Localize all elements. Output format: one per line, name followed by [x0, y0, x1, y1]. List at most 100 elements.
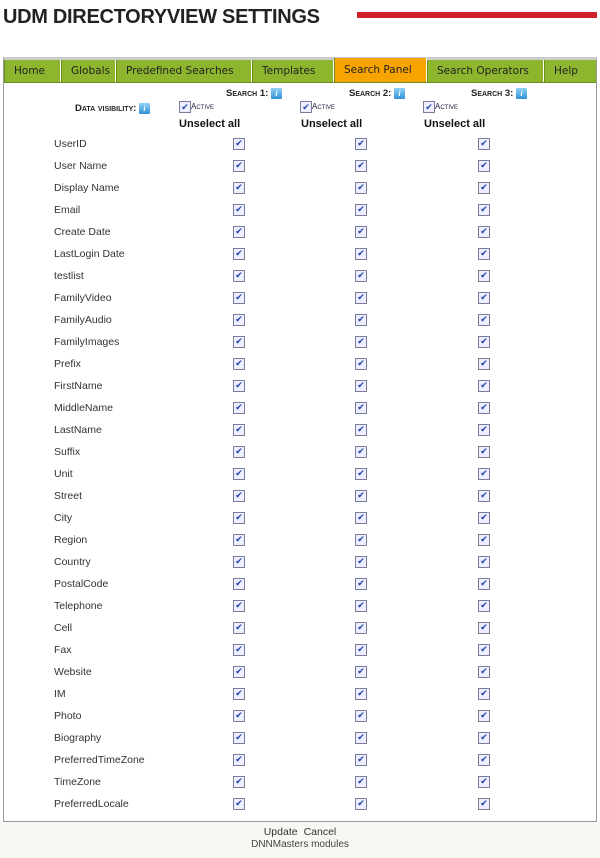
- search-1-checkbox[interactable]: ✔: [233, 578, 245, 590]
- unselect-all-search-1[interactable]: Unselect all: [179, 118, 240, 130]
- search-3-checkbox[interactable]: ✔: [478, 534, 490, 546]
- search-1-checkbox[interactable]: ✔: [233, 754, 245, 766]
- search-2-checkbox[interactable]: ✔: [355, 468, 367, 480]
- search-1-checkbox[interactable]: ✔: [233, 666, 245, 678]
- search-1-checkbox[interactable]: ✔: [233, 622, 245, 634]
- search-2-checkbox[interactable]: ✔: [355, 424, 367, 436]
- search-2-checkbox[interactable]: ✔: [355, 578, 367, 590]
- search-1-checkbox[interactable]: ✔: [233, 248, 245, 260]
- tab-globals[interactable]: Globals: [61, 60, 116, 82]
- search-3-checkbox[interactable]: ✔: [478, 512, 490, 524]
- search-3-checkbox[interactable]: ✔: [478, 468, 490, 480]
- search-1-checkbox[interactable]: ✔: [233, 204, 245, 216]
- search-2-checkbox[interactable]: ✔: [355, 358, 367, 370]
- search-2-checkbox[interactable]: ✔: [355, 644, 367, 656]
- search-1-checkbox[interactable]: ✔: [233, 314, 245, 326]
- checkbox[interactable]: ✔: [423, 101, 435, 113]
- search-2-checkbox[interactable]: ✔: [355, 512, 367, 524]
- search-2-checkbox[interactable]: ✔: [355, 182, 367, 194]
- search-1-checkbox[interactable]: ✔: [233, 424, 245, 436]
- search-1-checkbox[interactable]: ✔: [233, 534, 245, 546]
- checkbox[interactable]: ✔: [300, 101, 312, 113]
- unselect-all-search-2[interactable]: Unselect all: [301, 118, 362, 130]
- search-1-checkbox[interactable]: ✔: [233, 182, 245, 194]
- search-1-checkbox[interactable]: ✔: [233, 468, 245, 480]
- search-1-checkbox[interactable]: ✔: [233, 160, 245, 172]
- search-3-checkbox[interactable]: ✔: [478, 446, 490, 458]
- search-1-checkbox[interactable]: ✔: [233, 732, 245, 744]
- search-3-checkbox[interactable]: ✔: [478, 732, 490, 744]
- search-3-checkbox[interactable]: ✔: [478, 622, 490, 634]
- search-3-checkbox[interactable]: ✔: [478, 204, 490, 216]
- search-1-checkbox[interactable]: ✔: [233, 776, 245, 788]
- search-3-checkbox[interactable]: ✔: [478, 666, 490, 678]
- tab-home[interactable]: Home: [4, 60, 61, 82]
- search-3-checkbox[interactable]: ✔: [478, 424, 490, 436]
- search-3-checkbox[interactable]: ✔: [478, 710, 490, 722]
- search-2-checkbox[interactable]: ✔: [355, 336, 367, 348]
- tab-templates[interactable]: Templates: [252, 60, 334, 82]
- search-2-checkbox[interactable]: ✔: [355, 754, 367, 766]
- search-2-checkbox[interactable]: ✔: [355, 534, 367, 546]
- search-3-active[interactable]: ✔ Active: [423, 101, 458, 113]
- search-1-checkbox[interactable]: ✔: [233, 446, 245, 458]
- tab-predefined-searches[interactable]: Predefined Searches: [116, 60, 252, 82]
- search-2-checkbox[interactable]: ✔: [355, 798, 367, 810]
- search-1-checkbox[interactable]: ✔: [233, 138, 245, 150]
- search-2-checkbox[interactable]: ✔: [355, 732, 367, 744]
- tab-search-panel[interactable]: Search Panel: [334, 58, 427, 82]
- search-3-checkbox[interactable]: ✔: [478, 402, 490, 414]
- search-3-checkbox[interactable]: ✔: [478, 556, 490, 568]
- search-2-checkbox[interactable]: ✔: [355, 160, 367, 172]
- search-3-checkbox[interactable]: ✔: [478, 314, 490, 326]
- search-3-checkbox[interactable]: ✔: [478, 182, 490, 194]
- info-icon[interactable]: i: [393, 88, 405, 99]
- search-1-checkbox[interactable]: ✔: [233, 688, 245, 700]
- search-3-checkbox[interactable]: ✔: [478, 380, 490, 392]
- cancel-link[interactable]: Cancel: [304, 826, 337, 838]
- tab-help[interactable]: Help: [544, 60, 589, 82]
- info-icon[interactable]: i: [270, 88, 282, 99]
- search-1-checkbox[interactable]: ✔: [233, 710, 245, 722]
- search-1-checkbox[interactable]: ✔: [233, 402, 245, 414]
- search-2-checkbox[interactable]: ✔: [355, 292, 367, 304]
- search-2-checkbox[interactable]: ✔: [355, 270, 367, 282]
- search-3-checkbox[interactable]: ✔: [478, 688, 490, 700]
- search-2-checkbox[interactable]: ✔: [355, 710, 367, 722]
- checkbox[interactable]: ✔: [179, 101, 191, 113]
- search-1-checkbox[interactable]: ✔: [233, 644, 245, 656]
- search-1-checkbox[interactable]: ✔: [233, 358, 245, 370]
- search-1-checkbox[interactable]: ✔: [233, 226, 245, 238]
- search-1-checkbox[interactable]: ✔: [233, 380, 245, 392]
- search-2-checkbox[interactable]: ✔: [355, 600, 367, 612]
- search-2-checkbox[interactable]: ✔: [355, 380, 367, 392]
- search-3-checkbox[interactable]: ✔: [478, 138, 490, 150]
- search-1-checkbox[interactable]: ✔: [233, 798, 245, 810]
- search-3-checkbox[interactable]: ✔: [478, 490, 490, 502]
- search-2-active[interactable]: ✔ Active: [300, 101, 335, 113]
- search-2-checkbox[interactable]: ✔: [355, 314, 367, 326]
- info-icon[interactable]: i: [139, 103, 151, 114]
- search-2-checkbox[interactable]: ✔: [355, 248, 367, 260]
- search-2-checkbox[interactable]: ✔: [355, 446, 367, 458]
- search-3-checkbox[interactable]: ✔: [478, 270, 490, 282]
- update-link[interactable]: Update: [264, 826, 298, 838]
- search-1-checkbox[interactable]: ✔: [233, 292, 245, 304]
- search-3-checkbox[interactable]: ✔: [478, 358, 490, 370]
- search-2-checkbox[interactable]: ✔: [355, 402, 367, 414]
- search-2-checkbox[interactable]: ✔: [355, 666, 367, 678]
- search-1-active[interactable]: ✔ Active: [179, 101, 214, 113]
- search-2-checkbox[interactable]: ✔: [355, 138, 367, 150]
- search-2-checkbox[interactable]: ✔: [355, 490, 367, 502]
- search-3-checkbox[interactable]: ✔: [478, 578, 490, 590]
- search-1-checkbox[interactable]: ✔: [233, 270, 245, 282]
- search-3-checkbox[interactable]: ✔: [478, 160, 490, 172]
- search-2-checkbox[interactable]: ✔: [355, 776, 367, 788]
- search-2-checkbox[interactable]: ✔: [355, 556, 367, 568]
- unselect-all-search-3[interactable]: Unselect all: [424, 118, 485, 130]
- search-1-checkbox[interactable]: ✔: [233, 512, 245, 524]
- search-3-checkbox[interactable]: ✔: [478, 754, 490, 766]
- search-3-checkbox[interactable]: ✔: [478, 776, 490, 788]
- info-icon[interactable]: i: [515, 88, 527, 99]
- search-3-checkbox[interactable]: ✔: [478, 644, 490, 656]
